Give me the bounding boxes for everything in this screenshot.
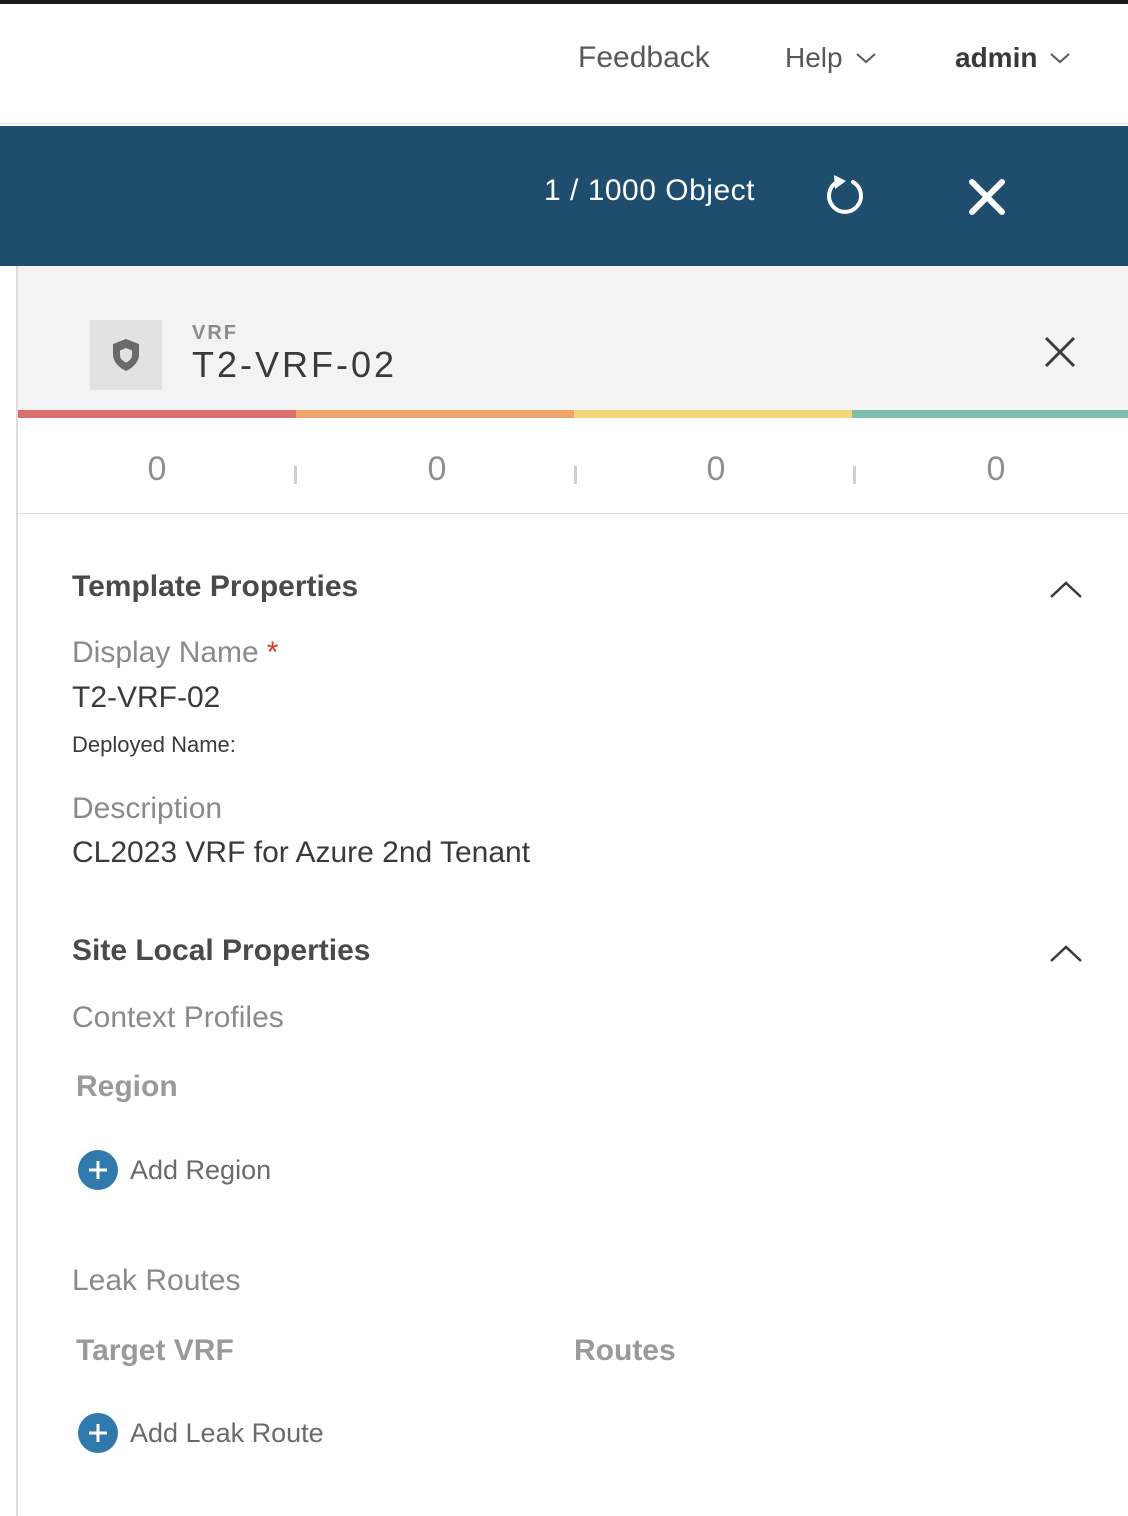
close-icon[interactable] [966,176,1008,218]
required-marker: * [266,636,279,669]
chevron-up-icon[interactable] [1048,942,1084,966]
region-column-header: Region [76,1070,178,1103]
fault-count-critical: 0 [147,450,167,488]
shield-icon [113,339,139,371]
leak-routes-label: Leak Routes [72,1264,241,1297]
object-type: VRF [192,322,238,344]
target-vrf-column-header: Target VRF [76,1334,234,1367]
chevron-up-icon[interactable] [1048,578,1084,602]
fault-count-major: 0 [427,450,447,488]
add-icon [78,1413,118,1453]
object-count: 1 / 1000 Object [544,174,755,207]
feedback-link[interactable]: Feedback [578,41,710,75]
object-toolbar: 1 / 1000 Object [0,126,1128,266]
description-label: Description [72,792,223,825]
top-header: Feedback Help admin [0,4,1128,124]
template-properties-title: Template Properties [72,570,359,603]
health-bar [18,410,1128,418]
user-label: admin [955,42,1038,73]
add-region-label: Add Region [130,1154,272,1185]
description-value[interactable]: CL2023 VRF for Azure 2nd Tenant [72,836,530,870]
deployed-name-label: Deployed Name: [72,732,236,757]
fault-count-minor: 0 [706,450,726,488]
divider [853,466,856,484]
routes-column-header: Routes [574,1334,676,1367]
add-leak-route-label: Add Leak Route [130,1417,324,1448]
health-critical [18,410,296,418]
add-leak-route-button[interactable]: Add Leak Route [78,1413,324,1453]
fault-counts: 0 0 0 0 [18,418,1128,514]
divider [294,466,297,484]
feedback-label: Feedback [578,41,710,74]
health-warning [852,410,1128,418]
add-icon [78,1150,118,1190]
help-label: Help [785,42,843,73]
display-name-label-text: Display Name [72,636,259,669]
help-menu[interactable]: Help [785,42,877,74]
display-name-value[interactable]: T2-VRF-02 [72,681,220,715]
fault-count-warning: 0 [986,450,1006,488]
add-region-button[interactable]: Add Region [78,1150,271,1190]
context-profiles-label: Context Profiles [72,1001,284,1034]
health-minor [574,410,852,418]
chevron-down-icon [855,53,876,64]
display-name-label: Display Name * [72,636,278,670]
panel-header: VRF T2-VRF-02 [18,266,1128,411]
user-menu[interactable]: admin [955,42,1071,74]
vrf-icon-tile [90,320,162,390]
site-local-properties-title: Site Local Properties [72,934,371,967]
chevron-down-icon [1050,53,1071,64]
object-name: T2-VRF-02 [192,344,398,385]
close-icon[interactable] [1042,334,1078,370]
refresh-icon[interactable] [822,172,868,218]
health-major [296,410,574,418]
details-panel: VRF T2-VRF-02 0 0 0 0 Template Propertie… [16,266,1128,1516]
